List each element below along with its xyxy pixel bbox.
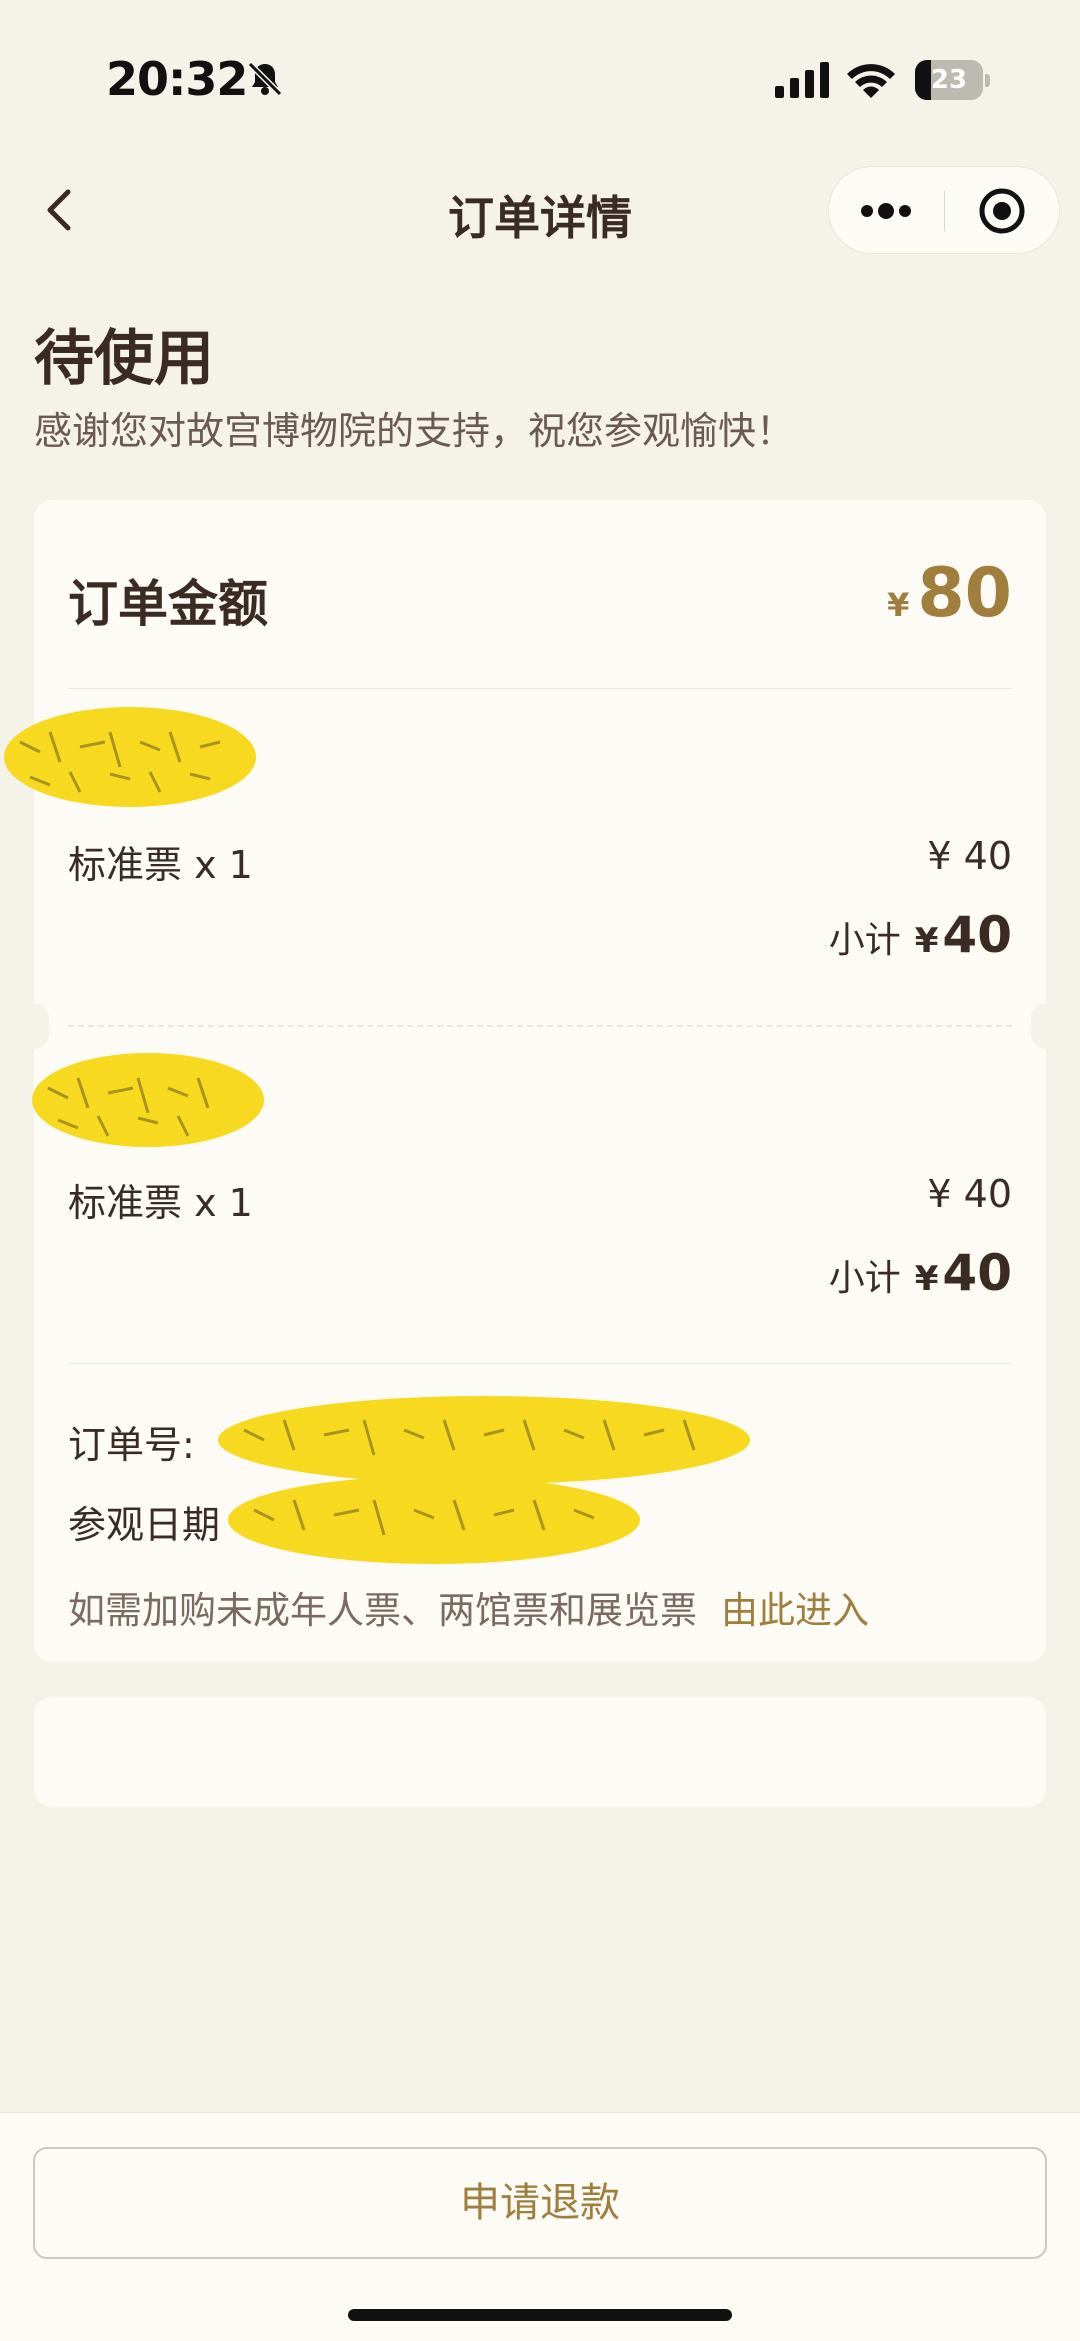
redaction-mark <box>4 707 256 807</box>
divider <box>68 1363 1012 1364</box>
order-status-title: 待使用 <box>34 324 214 394</box>
battery-level: 23 <box>930 65 968 95</box>
ticket-row: 标准票 x 1 ¥ 40 <box>68 834 1012 894</box>
extra-ticket-text: 如需加购未成年人票、两馆票和展览票 <box>68 1589 697 1632</box>
nav-bar: 订单详情 <box>0 160 1080 260</box>
ticket-price: ¥ 40 <box>927 834 1012 878</box>
home-indicator <box>348 2309 732 2321</box>
subtotal-currency: ¥ <box>914 1259 939 1299</box>
secondary-card <box>34 1697 1046 1807</box>
ticket-notch <box>19 1003 49 1049</box>
ticket-subtotal: 小计 ¥40 <box>829 906 1012 964</box>
visit-date-label: 参观日期 <box>68 1503 221 1547</box>
ticket-name: 标准票 x 1 <box>68 1181 253 1225</box>
subtotal-label: 小计 <box>828 920 901 961</box>
bottom-action-bar: 申请退款 <box>0 2112 1080 2341</box>
mini-program-capsule <box>828 166 1060 254</box>
refund-button[interactable]: 申请退款 <box>33 2147 1047 2259</box>
subtotal-label: 小计 <box>828 1258 901 1299</box>
status-bar: 20:32 23 <box>0 0 1080 150</box>
order-amount-value: 80 <box>917 554 1012 633</box>
ticket-notch <box>1031 1003 1061 1049</box>
order-amount: ¥80 <box>887 554 1012 633</box>
bell-muted-icon <box>247 61 283 97</box>
subtotal-value: 40 <box>942 906 1012 964</box>
battery-icon: 23 <box>915 60 991 100</box>
order-amount-label: 订单金额 <box>68 574 268 633</box>
wifi-icon <box>847 64 895 98</box>
close-mini-program-icon[interactable] <box>945 167 1060 255</box>
more-icon[interactable] <box>829 167 944 255</box>
ticket-separator <box>68 1025 1012 1027</box>
signal-icon <box>775 62 829 98</box>
redaction-mark <box>228 1476 640 1564</box>
ticket-price: ¥ 40 <box>927 1172 1012 1216</box>
status-time: 20:32 <box>106 52 248 106</box>
extra-ticket-link[interactable]: 由此进入 <box>721 1589 869 1632</box>
order-amount-currency: ¥ <box>887 586 910 624</box>
subtotal-currency: ¥ <box>914 921 939 961</box>
subtotal-value: 40 <box>942 1244 1012 1302</box>
order-card: 订单金额 ¥80 标准票 x 1 ¥ 40 小计 ¥40 标准票 x 1 ¥ 40… <box>4 500 1061 1662</box>
order-number-label: 订单号: <box>68 1423 195 1467</box>
order-status-subtitle: 感谢您对故宫博物院的支持，祝您参观愉快！ <box>34 409 795 453</box>
redaction-mark <box>32 1053 264 1147</box>
ticket-name: 标准票 x 1 <box>68 843 253 887</box>
ticket-subtotal: 小计 ¥40 <box>829 1244 1012 1302</box>
ticket-row: 标准票 x 1 ¥ 40 <box>68 1172 1012 1232</box>
divider <box>68 688 1012 689</box>
extra-ticket-hint: 如需加购未成年人票、两馆票和展览票 由此进入 <box>68 1580 869 1634</box>
